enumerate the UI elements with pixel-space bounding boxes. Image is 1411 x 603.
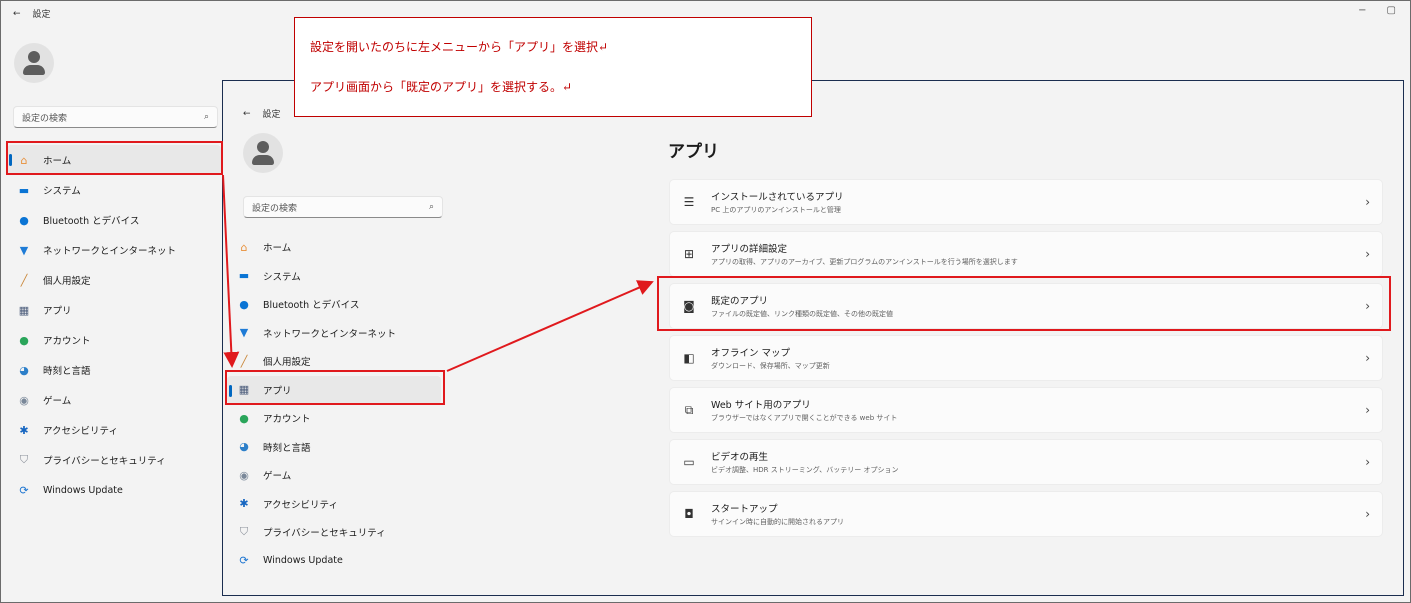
arrow-to-apps [222, 174, 240, 368]
arrow-to-default-apps [446, 280, 654, 372]
annotation-arrows [222, 174, 654, 372]
